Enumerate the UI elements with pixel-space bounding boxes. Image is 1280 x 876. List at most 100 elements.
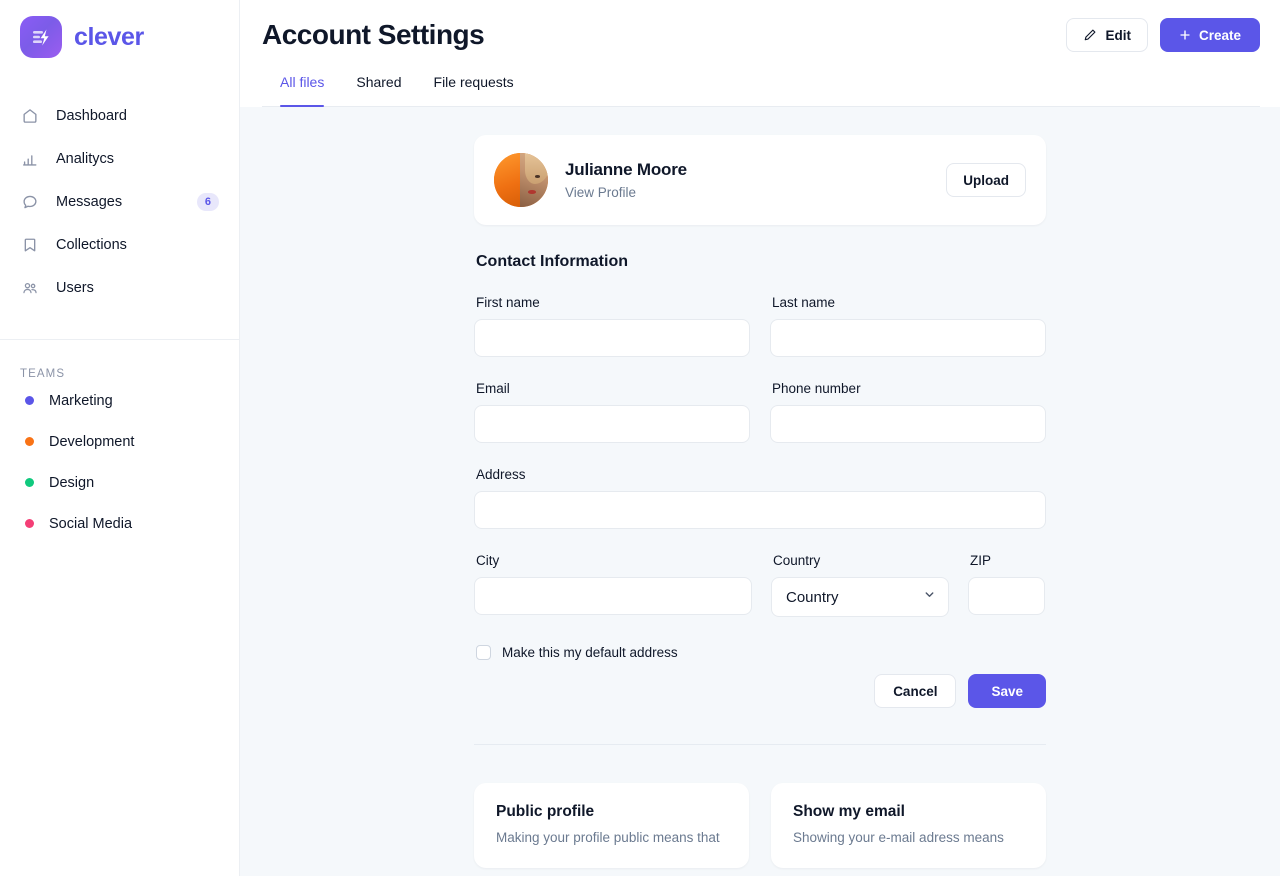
content-inner: Julianne Moore View Profile Upload Conta…: [474, 107, 1046, 868]
team-color-dot: [25, 396, 34, 405]
sidebar-item-label: Analitycs: [56, 151, 114, 167]
tab-shared[interactable]: Shared: [356, 74, 401, 106]
team-color-dot: [25, 478, 34, 487]
sidebar-nav: Dashboard Analitycs Messages: [0, 94, 239, 309]
card-title: Show my email: [793, 803, 1024, 821]
sidebar-item-users[interactable]: Users: [0, 266, 239, 309]
city-label: City: [474, 553, 752, 568]
home-icon: [20, 106, 40, 126]
bookmark-icon: [20, 235, 40, 255]
privacy-cards: Public profile Making your profile publi…: [474, 783, 1046, 868]
card-description: Making your profile public means that: [496, 828, 727, 848]
pencil-icon: [1083, 28, 1097, 42]
show-my-email-card[interactable]: Show my email Showing your e-mail adress…: [771, 783, 1046, 868]
team-item-marketing[interactable]: Marketing: [0, 380, 239, 421]
topbar-row: Account Settings Edit: [262, 0, 1260, 52]
email-field-group: Email: [474, 381, 750, 443]
sidebar-item-label: Collections: [56, 237, 127, 253]
sidebar-item-label: Messages: [56, 194, 122, 210]
address-field-group: Address: [474, 467, 1046, 529]
last-name-field-group: Last name: [770, 295, 1046, 357]
default-address-label: Make this my default address: [502, 645, 678, 660]
plus-icon: [1179, 29, 1191, 41]
brand[interactable]: clever: [0, 0, 239, 58]
first-name-label: First name: [474, 295, 750, 310]
country-select[interactable]: Country: [771, 577, 949, 617]
tab-all-files[interactable]: All files: [280, 74, 324, 106]
default-address-checkbox[interactable]: [476, 645, 491, 660]
sidebar-item-collections[interactable]: Collections: [0, 223, 239, 266]
create-button[interactable]: Create: [1160, 18, 1260, 52]
bar-chart-icon: [20, 149, 40, 169]
section-divider: [474, 744, 1046, 745]
profile-name: Julianne Moore: [565, 160, 929, 180]
content-scroll-area: Julianne Moore View Profile Upload Conta…: [240, 107, 1280, 876]
team-label: Social Media: [49, 516, 132, 532]
address-input[interactable]: [474, 491, 1046, 529]
users-icon: [20, 278, 40, 298]
zip-label: ZIP: [968, 553, 1045, 568]
upload-button[interactable]: Upload: [946, 163, 1026, 197]
country-label: Country: [771, 553, 949, 568]
team-color-dot: [25, 437, 34, 446]
topbar: Account Settings Edit: [240, 0, 1280, 107]
sidebar-item-messages[interactable]: Messages 6: [0, 180, 239, 223]
topbar-actions: Edit Create: [1066, 18, 1260, 52]
sidebar: clever Dashboard Analitycs: [0, 0, 240, 876]
name-row: First name Last name: [474, 295, 1046, 357]
messages-badge: 6: [197, 193, 219, 211]
email-input[interactable]: [474, 405, 750, 443]
public-profile-card[interactable]: Public profile Making your profile publi…: [474, 783, 749, 868]
teams-list: Marketing Development Design Social Medi…: [0, 380, 239, 544]
app-root: clever Dashboard Analitycs: [0, 0, 1280, 876]
tab-label: File requests: [434, 74, 514, 90]
cancel-button[interactable]: Cancel: [874, 674, 956, 708]
city-input[interactable]: [474, 577, 752, 615]
first-name-input[interactable]: [474, 319, 750, 357]
profile-card: Julianne Moore View Profile Upload: [474, 135, 1046, 225]
team-label: Marketing: [49, 393, 113, 409]
last-name-input[interactable]: [770, 319, 1046, 357]
edit-button[interactable]: Edit: [1066, 18, 1148, 52]
view-profile-link[interactable]: View Profile: [565, 185, 929, 200]
teams-heading: TEAMS: [0, 340, 239, 380]
team-item-social-media[interactable]: Social Media: [0, 503, 239, 544]
tabs: All files Shared File requests: [262, 52, 1260, 106]
card-title: Public profile: [496, 803, 727, 821]
main-area: Account Settings Edit: [240, 0, 1280, 876]
cancel-button-label: Cancel: [893, 684, 937, 699]
brand-name: clever: [74, 23, 144, 52]
location-row: City Country Country: [474, 553, 1046, 617]
phone-input[interactable]: [770, 405, 1046, 443]
email-label: Email: [474, 381, 750, 396]
address-label: Address: [474, 467, 1046, 482]
tab-file-requests[interactable]: File requests: [434, 74, 514, 106]
team-label: Design: [49, 475, 94, 491]
save-button[interactable]: Save: [968, 674, 1046, 708]
team-item-design[interactable]: Design: [0, 462, 239, 503]
team-item-development[interactable]: Development: [0, 421, 239, 462]
sidebar-item-label: Dashboard: [56, 108, 127, 124]
team-color-dot: [25, 519, 34, 528]
country-select-value: Country: [786, 589, 839, 606]
profile-meta: Julianne Moore View Profile: [565, 160, 929, 200]
phone-label: Phone number: [770, 381, 1046, 396]
sidebar-item-label: Users: [56, 280, 94, 296]
lightning-bolt-logo-icon: [20, 16, 62, 58]
sidebar-item-analitycs[interactable]: Analitycs: [0, 137, 239, 180]
edit-button-label: Edit: [1105, 28, 1131, 43]
create-button-label: Create: [1199, 28, 1241, 43]
zip-field-group: ZIP: [968, 553, 1045, 617]
avatar: [494, 153, 548, 207]
sidebar-item-dashboard[interactable]: Dashboard: [0, 94, 239, 137]
tab-label: Shared: [356, 74, 401, 90]
country-field-group: Country Country: [771, 553, 949, 617]
team-label: Development: [49, 434, 134, 450]
default-address-row: Make this my default address: [474, 645, 1046, 660]
form-actions: Cancel Save: [474, 674, 1046, 708]
zip-input[interactable]: [968, 577, 1045, 615]
country-select-wrap: Country: [771, 577, 949, 617]
card-description: Showing your e-mail adress means: [793, 828, 1024, 848]
phone-field-group: Phone number: [770, 381, 1046, 443]
contact-information-heading: Contact Information: [474, 253, 1046, 271]
